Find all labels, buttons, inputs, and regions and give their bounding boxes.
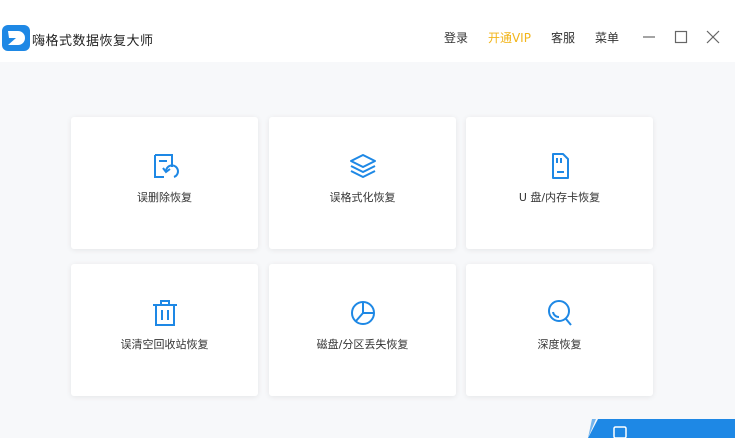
close-icon bbox=[706, 30, 720, 44]
login-link[interactable]: 登录 bbox=[444, 29, 468, 46]
card-label: U 盘/内存卡恢复 bbox=[518, 191, 601, 204]
title-actions: 登录 开通VIP 客服 菜单 bbox=[444, 22, 735, 52]
bottom-banner[interactable] bbox=[588, 419, 735, 438]
card-label: 深度恢复 bbox=[537, 338, 582, 351]
vip-link[interactable]: 开通VIP bbox=[488, 29, 531, 46]
card-recycle-bin-recovery[interactable]: 误清空回收站恢复 bbox=[71, 264, 258, 396]
file-undo-icon bbox=[153, 154, 179, 178]
menu-link[interactable]: 菜单 bbox=[595, 29, 619, 46]
sd-card-icon bbox=[551, 153, 569, 179]
card-label: 磁盘/分区丢失恢复 bbox=[316, 338, 409, 351]
trash-icon bbox=[152, 300, 177, 326]
pie-chart-icon bbox=[350, 301, 375, 325]
card-label: 误清空回收站恢复 bbox=[120, 338, 209, 351]
card-deep-recovery[interactable]: 深度恢复 bbox=[466, 264, 653, 396]
minimize-icon bbox=[643, 36, 655, 38]
close-button[interactable] bbox=[703, 27, 723, 47]
card-label: 误格式化恢复 bbox=[329, 191, 396, 204]
card-partition-recovery[interactable]: 磁盘/分区丢失恢复 bbox=[269, 264, 456, 396]
card-format-recovery[interactable]: 误格式化恢复 bbox=[269, 117, 456, 249]
card-deleted-recovery[interactable]: 误删除恢复 bbox=[71, 117, 258, 249]
app-title: 嗨格式数据恢复大师 bbox=[32, 34, 154, 49]
customer-service-link[interactable]: 客服 bbox=[551, 29, 575, 46]
app-window: 嗨格式数据恢复大师 登录 开通VIP 客服 菜单 误删除恢复 误格式化恢复 U … bbox=[0, 0, 735, 438]
maximize-button[interactable] bbox=[671, 27, 691, 47]
maximize-icon bbox=[674, 30, 688, 44]
card-usb-sdcard-recovery[interactable]: U 盘/内存卡恢复 bbox=[466, 117, 653, 249]
title-bar: 嗨格式数据恢复大师 登录 开通VIP 客服 菜单 bbox=[0, 0, 735, 62]
app-logo-icon bbox=[2, 25, 30, 51]
layers-icon bbox=[349, 154, 376, 178]
minimize-button[interactable] bbox=[639, 27, 659, 47]
search-icon bbox=[547, 300, 572, 326]
card-label: 误删除恢复 bbox=[137, 191, 192, 204]
